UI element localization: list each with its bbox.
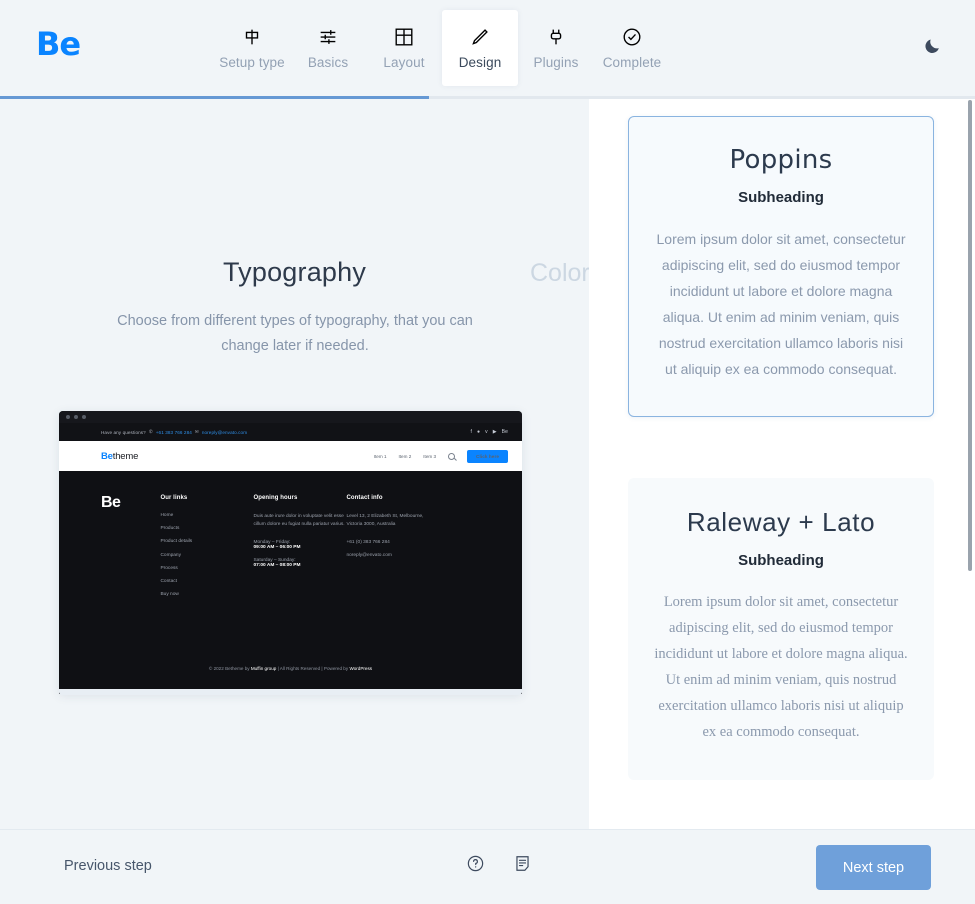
footer-utility-icons (466, 854, 532, 878)
font-card-body: Lorem ipsum dolor sit amet, consectetur … (654, 594, 908, 740)
column-heading: Our links (160, 495, 188, 501)
typography-option-card[interactable]: Raleway + Lato Subheading Lorem ipsum do… (628, 478, 934, 780)
footer-link: Process (160, 565, 178, 571)
mockup-topbar-question: Have any questions? (101, 429, 146, 435)
muffin-group-link: Muffin group (250, 666, 277, 671)
window-dot-red (66, 415, 70, 419)
mockup-footer-column-contact: Contact info Level 13, 2 Elizabeth St, M… (346, 495, 439, 605)
mockup-topbar-phone: +61 383 766 284 (155, 429, 192, 435)
mockup-base-shadow (59, 689, 522, 695)
mockup-menu: Item 1 Item 2 Item 3 Click here (373, 449, 508, 463)
pencil-icon (469, 26, 491, 48)
search-icon (448, 452, 456, 460)
signpost-icon (241, 26, 263, 48)
window-dot-yellow (74, 415, 78, 419)
font-card-subheading: Subheading (738, 552, 824, 569)
step-design[interactable]: Design (442, 10, 518, 86)
mockup-social-icons: f ● v ▶ Be (470, 429, 508, 435)
footer-link: Home (160, 513, 174, 518)
font-card-subheading: Subheading (738, 189, 824, 206)
step-basics[interactable]: Basics (290, 10, 366, 86)
step-label: Design (458, 55, 502, 70)
check-circle-icon (621, 26, 643, 48)
contact-email: noreply@envato.com (346, 552, 392, 558)
page-description: Choose from different types of typograph… (117, 313, 473, 354)
font-card-title: Poppins (729, 145, 833, 175)
next-step-button[interactable]: Next step (816, 845, 931, 890)
behance-icon: Be (501, 429, 508, 435)
mockup-menu-item: Item 3 (423, 453, 437, 459)
footer-link: Product details (160, 539, 193, 545)
step-layout[interactable]: Layout (366, 10, 442, 86)
sliders-icon (317, 26, 339, 48)
question-circle-icon[interactable] (466, 854, 485, 878)
phone-icon: ✆ (148, 429, 153, 434)
next-slide-title: Colors (530, 259, 589, 287)
grid-icon (393, 26, 415, 48)
contact-phone: +61 (0) 383 766 284 (346, 539, 390, 545)
column-heading: Contact info (346, 495, 383, 501)
font-card-body: Lorem ipsum dolor sit amet, consectetur … (656, 231, 906, 377)
mockup-copyright: © 2022 Betheme by Muffin group | All Rig… (208, 666, 373, 671)
mockup-logo: Betheme (101, 450, 139, 462)
twitter-icon: ● (476, 429, 481, 435)
footer-link: Company (160, 552, 181, 558)
mockup-topbar: Have any questions? ✆ +61 383 766 284 ✉ … (59, 423, 522, 441)
footer-link: Buy now (160, 592, 179, 598)
facebook-icon: f (470, 429, 472, 435)
preview-panel: Typography Colors Choose from different … (0, 99, 589, 829)
font-card-title: Raleway + Lato (686, 507, 876, 537)
footer-link: Contact (160, 578, 177, 584)
page-title: Typography (222, 257, 367, 287)
step-plugins[interactable]: Plugins (518, 10, 594, 86)
mockup-cta-button: Click here (467, 449, 508, 463)
mockup-footer: Be Our links Home Products Product detai… (59, 471, 522, 605)
step-label: Complete (602, 55, 662, 70)
mockup-menu-item: Item 1 (373, 453, 387, 459)
mockup-footer-column-links: Our links Home Products Product details … (160, 495, 253, 605)
vimeo-icon: v (485, 429, 488, 435)
step-label: Basics (307, 55, 349, 70)
mockup-navbar: Betheme Item 1 Item 2 Item 3 Click here (59, 441, 522, 471)
mockup-topbar-email: noreply@envato.com (201, 429, 248, 435)
step-setup-type[interactable]: Setup type (214, 10, 290, 86)
typography-options-panel: Poppins Subheading Lorem ipsum dolor sit… (589, 99, 975, 829)
mockup-footer-column-hours: Opening hours Duis aute irure dolor in v… (253, 495, 346, 605)
footer-link: Products (160, 526, 180, 532)
panel-scrollbar[interactable] (968, 100, 972, 571)
window-dot-green (82, 415, 86, 419)
wordpress-link: WordPress (349, 666, 373, 671)
hours-paragraph: Duis aute irure dolor in voluptate velit… (253, 514, 345, 528)
setup-wizard-app: Be Setup type Basics Layout Design Plugi… (0, 0, 975, 904)
note-icon[interactable] (513, 854, 532, 878)
youtube-icon: ▶ (492, 429, 497, 435)
step-label: Setup type (219, 55, 285, 70)
browser-chrome-bar (59, 411, 522, 423)
step-label: Layout (383, 55, 425, 70)
betheme-logo[interactable]: Be (36, 28, 81, 60)
contact-address: Level 13, 2 Elizabeth St, Melbourne, Vic… (346, 514, 424, 528)
app-header: Be Setup type Basics Layout Design Plugi… (0, 0, 975, 96)
mockup-menu-item: Item 2 (398, 453, 412, 459)
previous-step-button[interactable]: Previous step (64, 858, 152, 874)
step-complete[interactable]: Complete (594, 10, 670, 86)
column-heading: Opening hours (253, 495, 298, 501)
hours-value: 07:00 AM – 08:00 PM (253, 562, 301, 568)
wizard-steps: Setup type Basics Layout Design Plugins … (214, 10, 670, 86)
moon-icon[interactable] (923, 36, 943, 61)
mockup-footer-brand: Be (101, 494, 121, 511)
typography-option-card[interactable]: Poppins Subheading Lorem ipsum dolor sit… (628, 116, 934, 417)
mail-icon: ✉ (194, 429, 199, 434)
hours-value: 09:00 AM – 06:00 PM (253, 544, 301, 550)
step-label: Plugins (533, 55, 579, 70)
plug-icon (545, 26, 567, 48)
website-preview-mockup[interactable]: Have any questions? ✆ +61 383 766 284 ✉ … (59, 411, 522, 694)
